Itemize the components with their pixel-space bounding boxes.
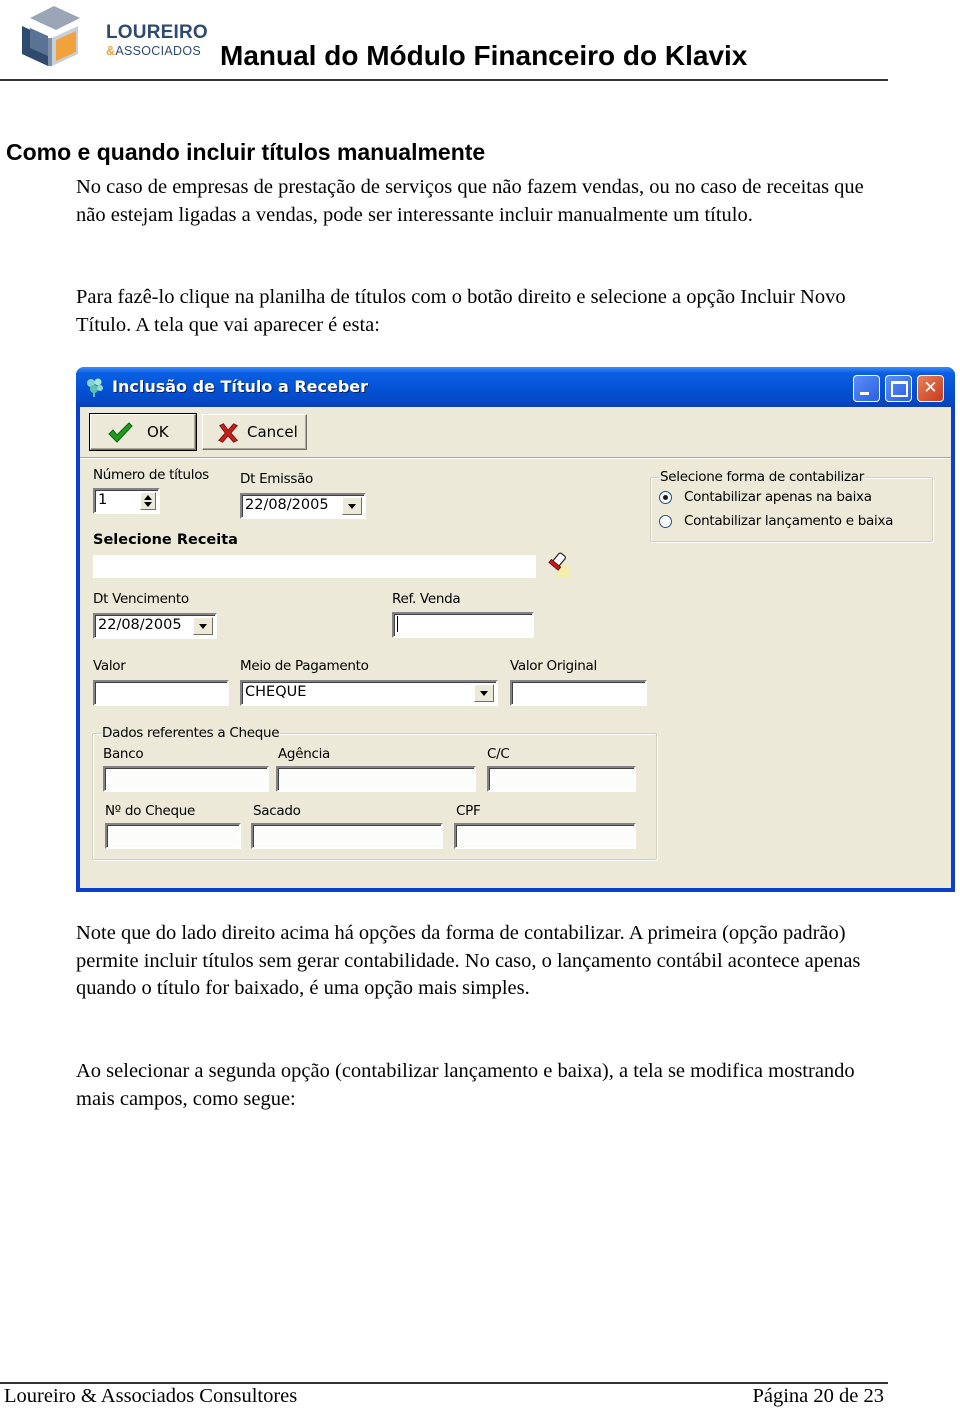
radio-label: Contabilizar apenas na baixa [684,489,872,505]
company-logo: LOUREIRO &ASSOCIADOS [18,4,208,70]
num-cheque-label: Nº do Cheque [105,803,195,819]
dialog-client-area: OK Cancel Número de títulos 1 Dt Emissão… [80,407,951,888]
cancel-label: Cancel [247,423,298,441]
document-title: Manual do Módulo Financeiro do Klavix [220,40,748,71]
page-number: Página 20 de 23 [752,1385,884,1407]
flashlight-search-icon[interactable] [546,549,576,579]
ok-label: OK [147,423,169,441]
sacado-label: Sacado [253,803,301,819]
radio-label: Contabilizar lançamento e baixa [684,513,894,529]
close-icon: ✕ [923,378,938,398]
num-cheque-input[interactable] [105,823,241,849]
cpf-label: CPF [456,803,481,819]
banco-input[interactable] [103,766,269,792]
radio-button[interactable] [659,515,672,528]
maximize-button[interactable] [885,375,912,402]
valor-original-label: Valor Original [510,658,597,674]
contabilizar-group-legend: Selecione forma de contabilizar [659,469,865,485]
selecione-receita-label: Selecione Receita [93,532,238,548]
paragraph: Ao selecionar a segunda opção (contabili… [76,1060,855,1110]
dt-vencimento-date-picker[interactable]: 22/08/2005 [93,613,217,639]
ref-venda-label: Ref. Venda [392,591,461,607]
paragraph: Para fazê-lo clique na planilha de títul… [76,286,846,336]
chevron-down-icon[interactable] [342,497,362,515]
banco-label: Banco [103,746,144,762]
dialog-titlebar[interactable]: Inclusão de Título a Receber ✕ [76,367,955,407]
chevron-down-icon[interactable] [474,684,494,702]
sacado-input[interactable] [251,823,443,849]
meio-pagamento-label: Meio de Pagamento [240,658,369,674]
paragraph: No caso de empresas de prestação de serv… [76,176,864,226]
cancel-button[interactable]: Cancel [202,414,307,450]
cheque-group-legend: Dados referentes a Cheque [101,725,281,741]
checkmark-icon [108,422,133,443]
paragraph: Note que do lado direito acima há opções… [76,922,861,999]
dialog-title: Inclusão de Título a Receber [112,377,369,396]
minimize-button[interactable] [853,375,880,402]
spinner-arrows-icon[interactable] [140,492,156,510]
cc-input[interactable] [487,766,636,792]
radio-button-selected[interactable] [659,491,672,504]
meio-pagamento-select[interactable]: CHEQUE [240,680,498,706]
ok-button[interactable]: OK [89,413,197,451]
contabilizar-group: Selecione forma de contabilizar Contabil… [650,469,933,542]
section-title: Como e quando incluir títulos manualment… [6,139,486,165]
numero-titulos-spinner[interactable]: 1 [93,488,160,514]
numero-titulos-label: Número de títulos [93,467,209,483]
cheque-group: Dados referentes a Cheque Banco Agência … [92,725,657,860]
dt-emissao-date-picker[interactable]: 22/08/2005 [240,493,366,519]
dialog-window: Inclusão de Título a Receber ✕ OK Cancel… [76,367,955,892]
dt-vencimento-label: Dt Vencimento [93,591,189,607]
logo-subname: &ASSOCIADOS [106,44,201,58]
agencia-input[interactable] [276,766,476,792]
valor-label: Valor [93,658,126,674]
cross-icon [218,423,239,443]
app-icon [87,378,103,397]
receita-field[interactable] [93,555,536,578]
valor-original-input[interactable] [510,680,647,706]
logo-cube-icon [22,6,80,66]
agencia-label: Agência [278,746,331,762]
ref-venda-input[interactable] [392,612,534,638]
close-button[interactable]: ✕ [917,375,944,402]
text-cursor [397,616,398,632]
cpf-input[interactable] [454,823,636,849]
footer-divider [0,1382,888,1384]
dt-emissao-label: Dt Emissão [240,471,314,487]
cc-label: C/C [487,746,510,762]
header-divider [0,79,888,81]
footer-company: Loureiro & Associados Consultores [4,1385,298,1407]
toolbar-divider [80,457,951,459]
logo-name: LOUREIRO [106,22,208,43]
valor-input[interactable] [93,680,229,706]
chevron-down-icon[interactable] [193,617,213,635]
